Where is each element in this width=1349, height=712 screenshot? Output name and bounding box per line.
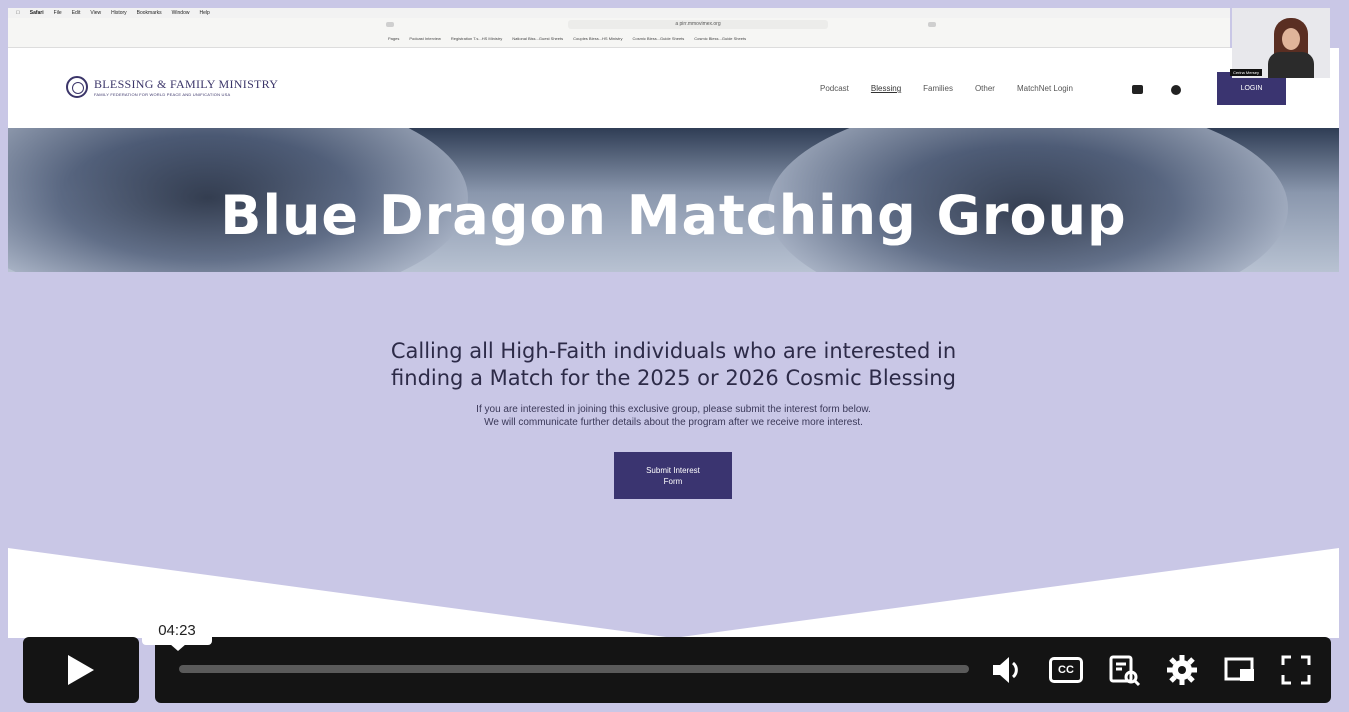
favorite-link[interactable]: Couples Bless...HS Ministry [573,36,622,41]
nav-blessing[interactable]: Blessing [871,84,901,93]
progress-bar[interactable] [179,665,969,673]
apple-icon[interactable]:  [16,10,20,16]
main-nav: Podcast Blessing Families Other MatchNet… [820,84,1073,93]
nav-podcast[interactable]: Podcast [820,84,849,93]
favorite-link[interactable]: National Blss...Guest Sheets [512,36,563,41]
share-icon[interactable] [928,22,936,27]
presenter-name-tag: Cerina Mersey [1230,69,1263,76]
menu-file[interactable]: File [54,10,62,16]
menu-history[interactable]: History [111,10,127,16]
menu-window[interactable]: Window [172,10,190,16]
hero-banner: Blue Dragon Matching Group [8,128,1339,272]
favorite-link[interactable]: Cosmic Bless...Guide Sheets [694,36,746,41]
menu-safari[interactable]: Safari [30,10,44,16]
section-description: If you are interested in joining this ex… [8,403,1339,429]
site-header: BLESSING & FAMILY MINISTRY FAMILY FEDERA… [8,48,1339,128]
logo-title: BLESSING & FAMILY MINISTRY [94,77,279,91]
hero-title: Blue Dragon Matching Group [220,184,1127,247]
menu-bookmarks[interactable]: Bookmarks [137,10,162,16]
play-icon [68,655,94,685]
fullscreen-icon[interactable] [1279,653,1313,687]
heading-line-2: finding a Match for the 2025 or 2026 Cos… [391,366,956,390]
ministry-logo-icon [66,76,88,98]
time-tooltip: 04:23 [142,617,212,645]
youtube-icon[interactable] [1132,85,1143,94]
pip-icon[interactable] [1223,653,1257,687]
content-section: Calling all High-Faith individuals who a… [8,272,1339,638]
menu-help[interactable]: Help [199,10,209,16]
logo-subtitle: FAMILY FEDERATION FOR WORLD PEACE AND UN… [94,92,231,97]
section-heading: Calling all High-Faith individuals who a… [8,338,1339,392]
menu-edit[interactable]: Edit [72,10,81,16]
play-button[interactable] [23,637,139,703]
submit-button-line-1: Submit Interest [646,465,700,475]
tooltip-pointer [170,644,186,651]
presenter-body [1268,52,1314,78]
nav-families[interactable]: Families [923,84,953,93]
presenter-webcam [1232,8,1330,78]
presenter-face [1282,28,1300,50]
favorite-link[interactable]: Pages [388,36,399,41]
favorite-link[interactable]: Cosmic Bless...Guide Sheets [632,36,684,41]
volume-icon[interactable] [989,653,1023,687]
description-line-1: If you are interested in joining this ex… [476,404,871,415]
captions-icon[interactable]: CC [1049,657,1083,683]
address-bar[interactable]: a pirr.mmovimex.org [568,20,828,29]
heading-line-1: Calling all High-Faith individuals who a… [390,339,957,363]
favorite-link[interactable]: Podcast Interview [409,36,441,41]
sidebar-icon[interactable] [386,22,394,27]
favorite-link[interactable]: Registration T.s...HS Ministry [451,36,502,41]
favorites-bar: Pages Podcast Interview Registration T.s… [388,36,746,41]
settings-icon[interactable] [1165,653,1199,687]
submit-button-line-2: Form [663,476,683,486]
transcript-icon[interactable] [1107,653,1141,687]
player-control-bar: CC [155,637,1331,703]
description-line-2: We will communicate further details abou… [484,417,863,428]
site-logo[interactable]: BLESSING & FAMILY MINISTRY FAMILY FEDERA… [66,76,278,98]
spotify-icon[interactable] [1171,85,1181,95]
browser-toolbar: a pirr.mmovimex.org Pages Podcast Interv… [8,18,1230,48]
submit-interest-form-button[interactable]: Submit Interest Form [614,452,732,499]
nav-other[interactable]: Other [975,84,995,93]
mac-menubar:  Safari File Edit View History Bookmark… [8,8,1230,18]
nav-matchnet-login[interactable]: MatchNet Login [1017,84,1073,93]
menu-view[interactable]: View [90,10,101,16]
